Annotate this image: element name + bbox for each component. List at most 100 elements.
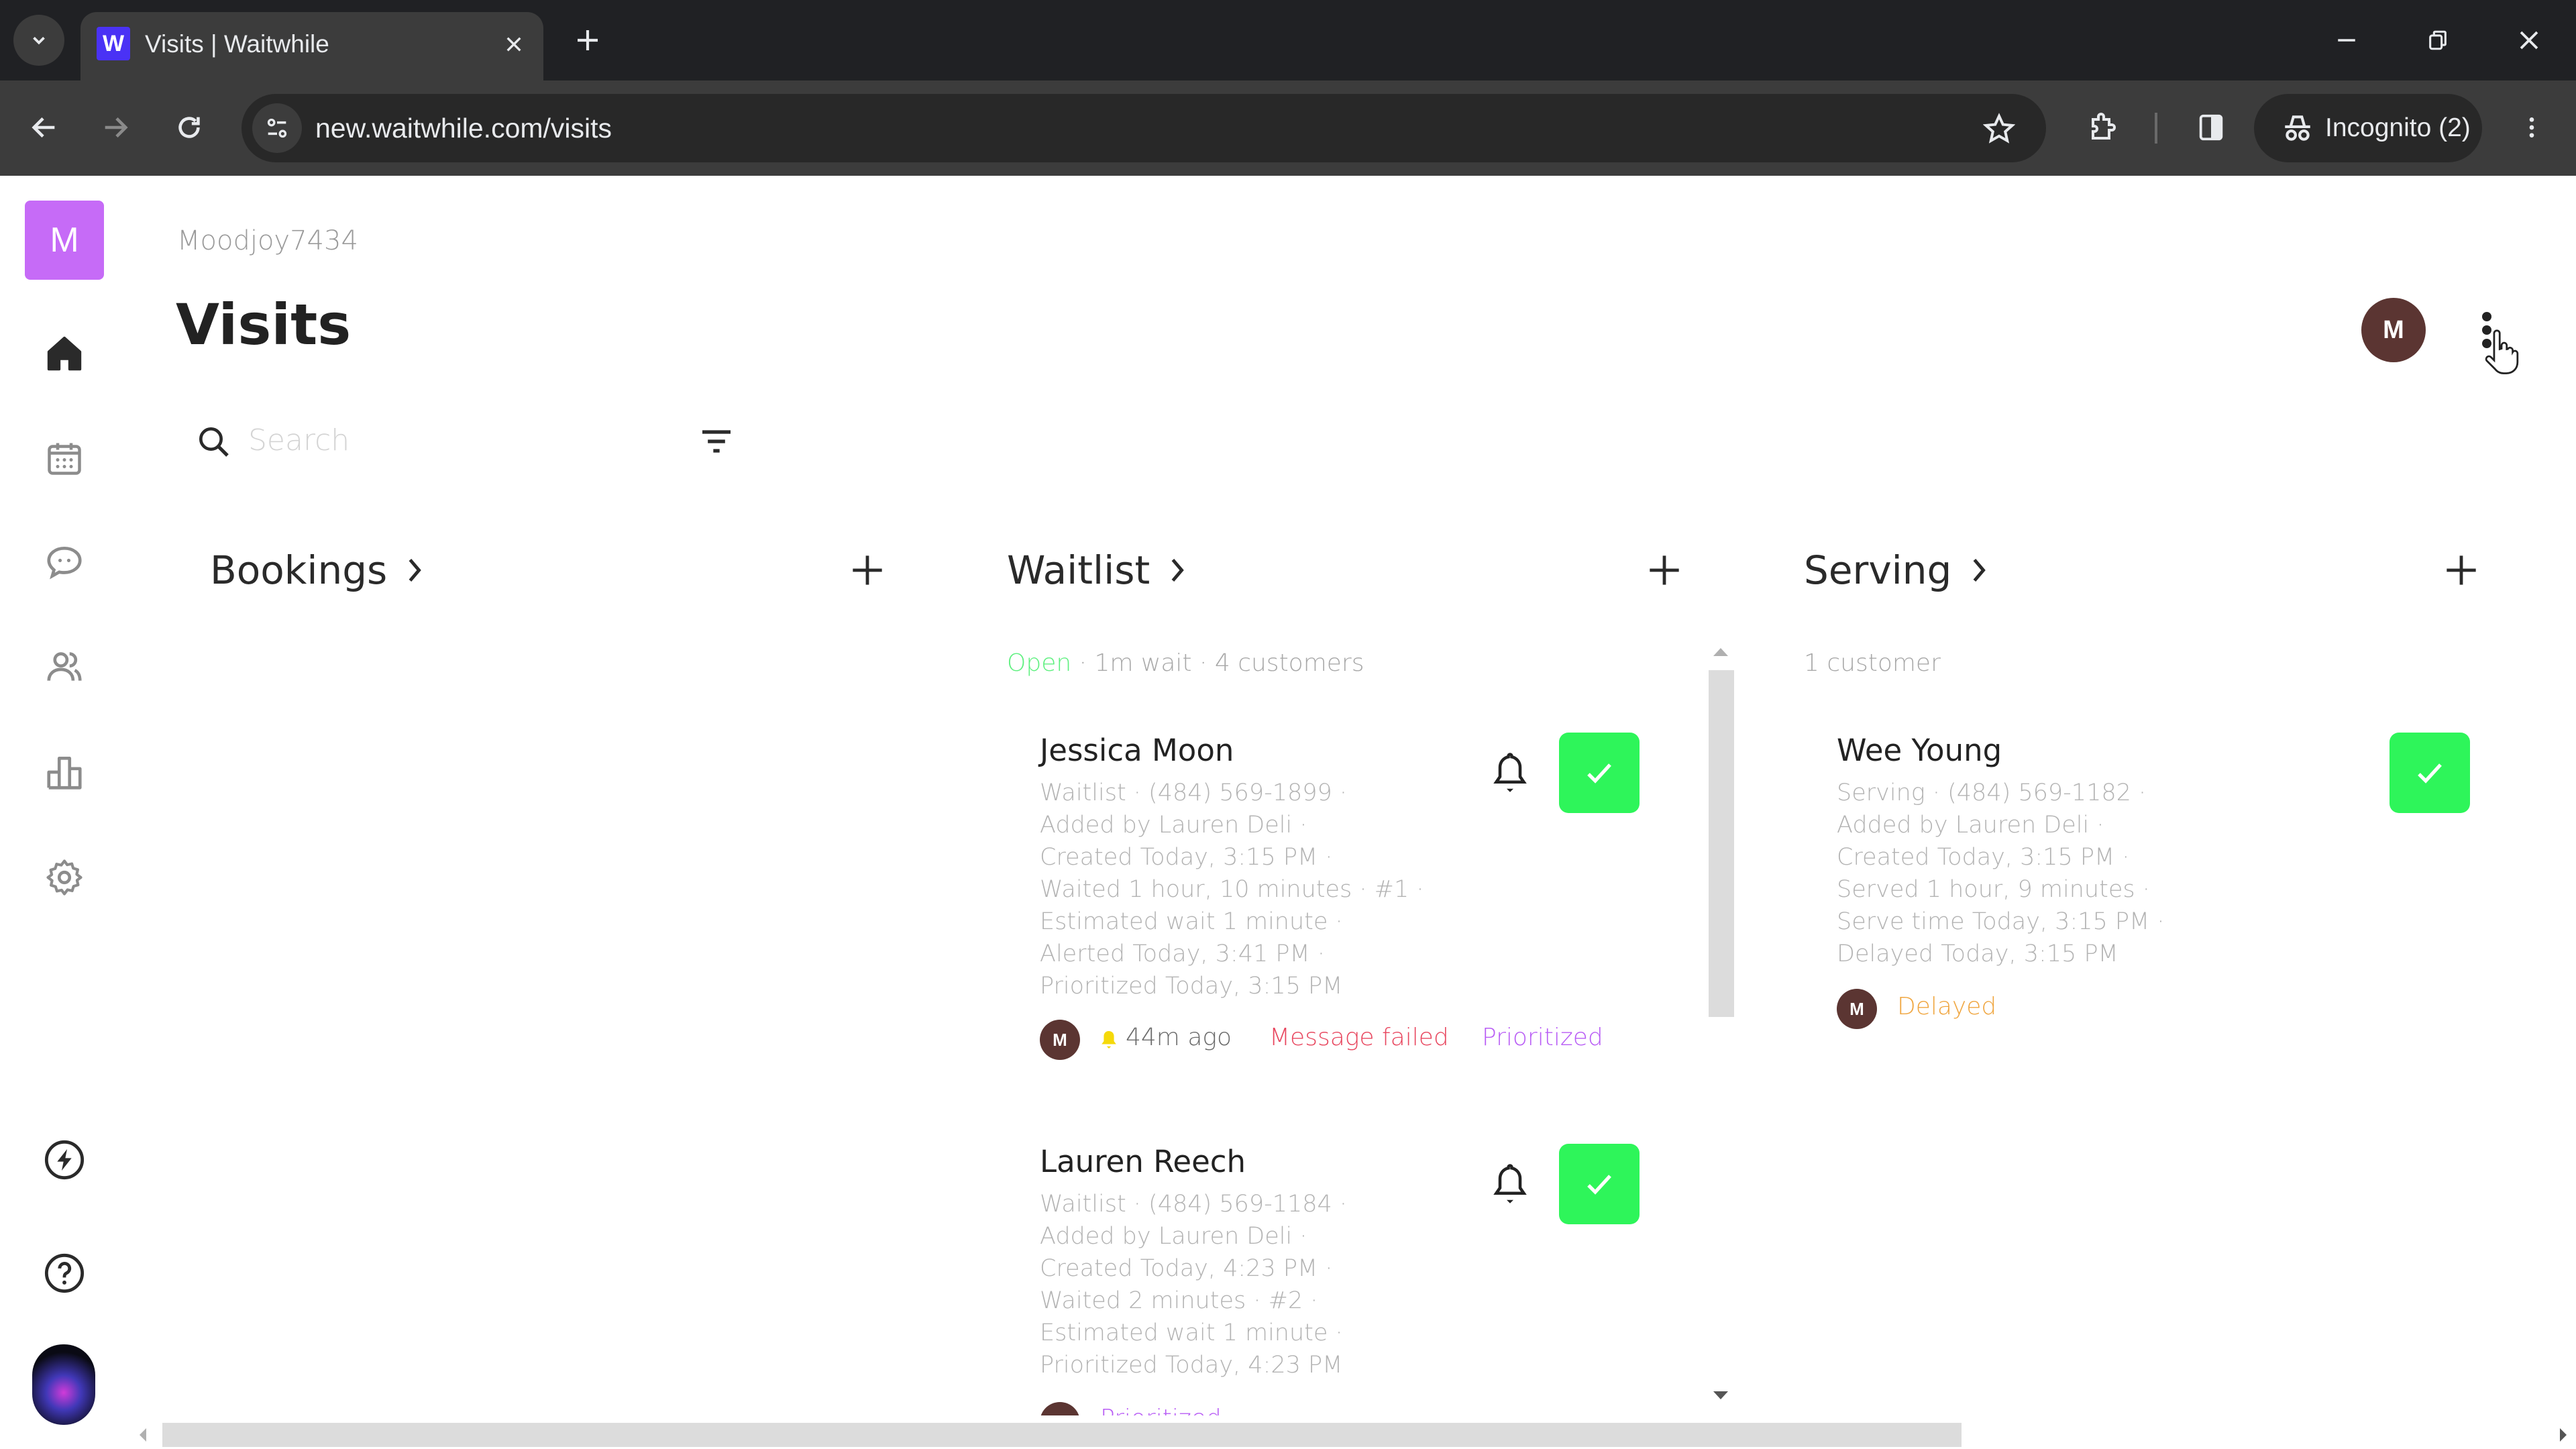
waitlist-summary-text: · 1m wait · 4 customers <box>1071 649 1364 677</box>
account-avatar[interactable]: M <box>2361 298 2426 362</box>
notify-button[interactable] <box>1487 1157 1534 1211</box>
back-button[interactable] <box>17 101 71 154</box>
tab-search-button[interactable] <box>13 15 64 66</box>
detail-line: Alerted Today, 3:41 PM · <box>1040 941 1325 967</box>
waitlist-header-link[interactable]: Waitlist <box>1007 543 1187 597</box>
add-waitlist-button[interactable] <box>1641 547 1688 594</box>
staff-avatar: M <box>1837 989 1877 1029</box>
browser-tab-strip: W Visits | Waitwhile <box>0 0 2576 82</box>
chat-icon <box>47 547 82 580</box>
customer-name[interactable]: Jessica Moon <box>1040 733 1234 768</box>
filter-button[interactable] <box>698 427 735 456</box>
location-logo[interactable]: M <box>25 201 104 280</box>
close-tab-button[interactable] <box>495 25 533 63</box>
serving-header-link[interactable]: Serving <box>1804 543 1989 597</box>
organization-name[interactable]: Moodjoy7434 <box>177 225 358 256</box>
site-info-button[interactable] <box>252 103 302 153</box>
new-tab-button[interactable] <box>568 20 608 60</box>
people-icon <box>47 652 82 681</box>
incognito-indicator[interactable]: Incognito (2) <box>2254 94 2482 162</box>
plus-icon <box>2447 555 2476 585</box>
complete-button[interactable] <box>2390 733 2470 813</box>
browser-menu-button[interactable] <box>2505 101 2559 154</box>
puzzle-icon <box>2092 113 2116 140</box>
serving-summary: 1 customer <box>1804 649 1941 677</box>
horizontal-scrollbar[interactable] <box>134 1415 2576 1449</box>
bookings-header-link[interactable]: Bookings <box>210 543 425 597</box>
scroll-right-arrow-icon[interactable] <box>2559 1427 2568 1443</box>
prioritized-badge: Prioritized <box>1482 1024 1603 1051</box>
sidebar-item-customers[interactable] <box>38 640 91 694</box>
waitlist-title: Waitlist <box>1007 547 1150 593</box>
staff-avatar: M <box>1040 1020 1080 1060</box>
star-icon <box>1983 113 2015 144</box>
chevron-down-icon <box>33 36 45 45</box>
sidebar-item-analytics[interactable] <box>38 745 91 799</box>
serve-button[interactable] <box>1559 1144 1640 1224</box>
page-title: Visits <box>176 292 352 358</box>
detail-line: Created Today, 3:15 PM · <box>1040 844 1333 871</box>
horizontal-scrollbar-thumb[interactable] <box>162 1423 1962 1447</box>
restore-icon <box>2429 30 2447 50</box>
plus-icon <box>853 555 882 585</box>
serve-button[interactable] <box>1559 733 1640 813</box>
detail-line: Waited 1 hour, 10 minutes · #1 · <box>1040 876 1424 903</box>
waitlist-scrollbar-thumb[interactable] <box>1709 670 1734 1017</box>
alert-bell-icon <box>1102 1031 1116 1049</box>
message-failed-badge[interactable]: Message failed <box>1269 1024 1449 1051</box>
chevron-right-icon <box>1171 559 1185 582</box>
arrow-left-icon <box>32 117 55 138</box>
checkmark-icon <box>1587 763 1611 784</box>
close-window-button[interactable] <box>2502 16 2556 64</box>
sidebar-item-settings[interactable] <box>38 851 91 904</box>
detail-line: Created Today, 3:15 PM · <box>1837 844 2130 871</box>
add-booking-button[interactable] <box>844 547 891 594</box>
sidebar-item-whats-new[interactable] <box>38 1133 91 1187</box>
sidebar-item-help[interactable] <box>38 1246 91 1300</box>
serving-title: Serving <box>1804 547 1952 593</box>
restore-window-button[interactable] <box>2411 16 2465 64</box>
detail-line: Waitlist · (484) 569-1899 · <box>1040 780 1348 806</box>
minimize-window-button[interactable] <box>2320 16 2373 64</box>
address-bar[interactable]: new.waitwhile.com/visits <box>241 94 2046 162</box>
scroll-down-arrow-icon[interactable] <box>1711 1389 1731 1402</box>
toolbar-divider <box>2155 113 2157 144</box>
bell-icon <box>1493 1164 1527 1203</box>
close-icon <box>506 37 521 52</box>
staff-avatar: M <box>1040 1402 1080 1415</box>
customer-name[interactable]: Lauren Reech <box>1040 1144 1246 1179</box>
alert-time: 44m ago <box>1126 1024 1232 1051</box>
detail-line: Estimated wait 1 minute · <box>1040 1320 1343 1346</box>
extensions-button[interactable] <box>2076 101 2129 154</box>
bookings-title: Bookings <box>210 547 388 593</box>
bookmark-button[interactable] <box>1979 109 2019 149</box>
scroll-left-arrow-icon[interactable] <box>138 1427 148 1443</box>
scroll-up-arrow-icon[interactable] <box>1711 645 1731 659</box>
notify-button[interactable] <box>1487 746 1534 800</box>
detail-line: Served 1 hour, 9 minutes · <box>1837 876 2150 903</box>
bell-icon <box>1493 753 1527 792</box>
reload-button[interactable] <box>162 101 216 154</box>
side-panel-button[interactable] <box>2184 101 2238 154</box>
bar-chart-icon <box>47 757 82 790</box>
user-profile-photo[interactable] <box>32 1344 95 1425</box>
minimize-icon <box>2338 39 2355 42</box>
customer-name[interactable]: Wee Young <box>1837 733 2002 768</box>
sidebar-item-home[interactable] <box>38 327 91 380</box>
add-serving-button[interactable] <box>2438 547 2485 594</box>
search-input[interactable] <box>248 416 651 464</box>
more-vertical-icon <box>2529 117 2534 138</box>
sidebar: M <box>0 176 129 1449</box>
detail-line: Delayed Today, 3:15 PM <box>1837 941 2118 967</box>
browser-tab-active[interactable]: W Visits | Waitwhile <box>80 12 543 82</box>
plus-icon <box>578 30 598 50</box>
detail-line: Serving · (484) 569-1182 · <box>1837 780 2147 806</box>
visit-details: Waitlist · (484) 569-1184 · Added by Lau… <box>1040 1188 1347 1381</box>
sidebar-item-calendar[interactable] <box>38 431 91 485</box>
checkmark-icon <box>2418 763 2442 784</box>
incognito-icon <box>2285 115 2310 141</box>
search-icon <box>199 427 229 457</box>
prioritized-badge: Prioritized <box>1100 1405 1222 1415</box>
forward-button[interactable] <box>89 101 142 154</box>
sidebar-item-messages[interactable] <box>38 535 91 589</box>
